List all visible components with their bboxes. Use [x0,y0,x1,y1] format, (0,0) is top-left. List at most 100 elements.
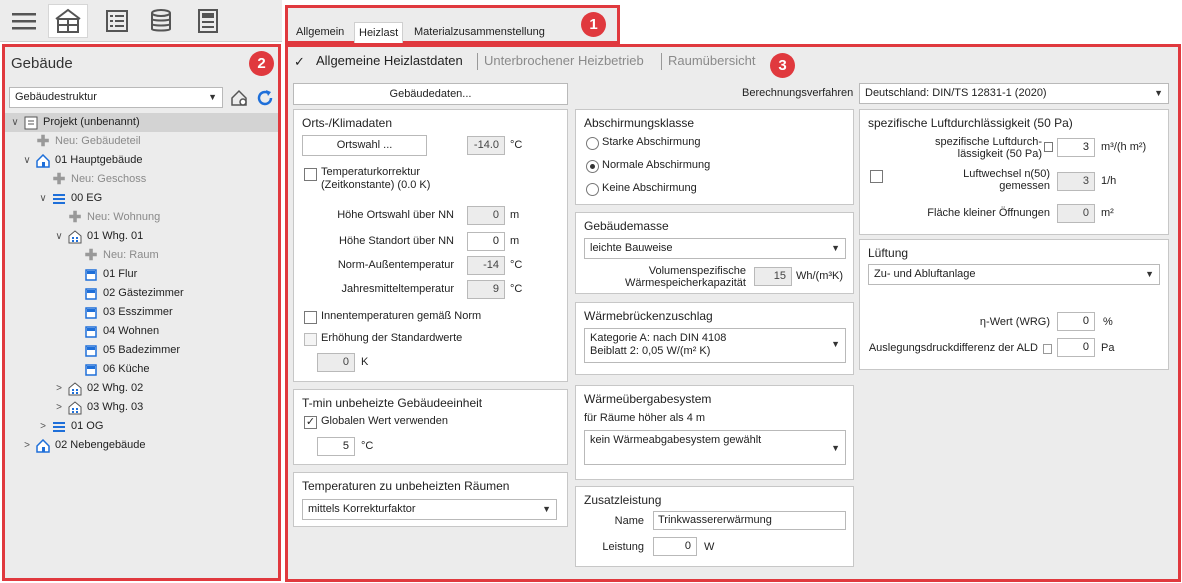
waermeuebergabe-select[interactable]: kein Wärmeabgabesystem gewählt ▼ [584,430,846,465]
tree-toggle[interactable]: ∨ [9,113,21,132]
tab-allgemein[interactable]: Allgemein [292,22,348,43]
luftwechsel-label: Luftwechsel n(50) gemessen [963,168,1050,192]
tree-node-new-building-part[interactable]: ✚ Neu: Gebäudeteil [21,132,141,151]
tree-toggle[interactable]: > [21,436,33,455]
radio-label: Keine Abschirmung [602,182,697,194]
leistung-field[interactable]: 0 [653,537,697,556]
subnav-unterbrochener-heizbetrieb[interactable]: Unterbrochener Heizbetrieb [484,53,644,68]
temperaturkorrektur-checkbox[interactable] [304,168,317,181]
building-panel: Gebäude 2 Gebäudestruktur ▼ ∨ Projekt (u… [2,44,281,581]
gebaeudemasse-value: leichte Bauweise [590,242,673,254]
hoehe-ortswahl-label: Höhe Ortswahl über NN [337,209,454,221]
unit-label: °C [361,440,374,452]
tree-node-project[interactable]: ∨ Projekt (unbenannt) [5,113,278,132]
wrg-field[interactable]: 0 [1057,312,1095,331]
tree-node-room[interactable]: 05 Badezimmer [69,341,180,360]
gebaeudemasse-group: Gebäudemasse leichte Bauweise ▼ Volumens… [575,212,854,294]
group-title: Gebäudemasse [584,219,669,233]
flaeche-oeffnungen-label: Fläche kleiner Öffnungen [927,207,1050,219]
chevron-down-icon: ▼ [831,243,840,253]
house-icon [35,153,51,168]
tree-node-floor-eg[interactable]: ∨ 00 EG [37,189,102,208]
tree-node-room[interactable]: 06 Küche [69,360,149,379]
berechnungsverfahren-select[interactable]: Deutschland: DIN/TS 12831-1 (2020) ▼ [859,83,1169,104]
tree-label: 01 Flur [103,268,138,280]
unit-label: m³/(h m²) [1101,141,1147,153]
annotation-badge-3: 3 [770,53,795,78]
refresh-button[interactable] [255,88,275,108]
tmin-field[interactable]: 5 [317,437,355,456]
annotation-badge-2: 2 [249,51,274,76]
tree-node-apartment-01[interactable]: ∨ 01 Whg. 01 [53,227,143,246]
tree-toggle[interactable]: > [37,417,49,436]
tree-node-apartment-03[interactable]: > 03 Whg. 03 [53,398,143,417]
tree-node-side-building[interactable]: > 02 Nebengebäude [21,436,146,455]
tree-toggle[interactable]: ∨ [53,227,65,246]
subnav-allgemeine-heizlastdaten[interactable]: Allgemeine Heizlastdaten [316,53,463,68]
tree-node-main-building[interactable]: ∨ 01 Hauptgebäude [21,151,142,170]
keine-abschirmung-radio[interactable] [586,183,599,196]
lueftung-select[interactable]: Zu- und Abluftanlage ▼ [868,264,1160,285]
tree-label: Neu: Wohnung [87,211,161,223]
room-icon [83,363,99,377]
menu-button[interactable] [4,4,44,38]
waermebrueckenzuschlag-select[interactable]: Kategorie A: nach DIN 4108 Beiblatt 2: 0… [584,328,846,363]
tree-node-new-apartment[interactable]: ✚ Neu: Wohnung [53,208,160,227]
tree-label: Neu: Raum [103,249,159,261]
chevron-down-icon: ▼ [208,92,217,102]
tree-toggle[interactable]: > [53,398,65,417]
tree-toggle[interactable]: ∨ [37,189,49,208]
tree-node-room[interactable]: 03 Esszimmer [69,303,173,322]
calculator-icon[interactable] [1044,142,1053,152]
temperaturen-unbeheizt-select[interactable]: mittels Korrekturfaktor ▼ [302,499,557,520]
spez-luftdurchlaessigkeit-field[interactable]: 3 [1057,138,1095,157]
room-icon [83,268,99,282]
tree-node-floor-og[interactable]: > 01 OG [37,417,103,436]
waermeuebergabe-value: kein Wärmeabgabesystem gewählt [590,434,762,446]
database-button[interactable] [141,4,181,38]
building-view-button[interactable] [48,4,88,38]
erhoehung-checkbox[interactable] [304,333,317,346]
tab-heizlast[interactable]: Heizlast [354,22,404,43]
calculator-icon[interactable] [1043,344,1052,354]
gebaeudemasse-select[interactable]: leichte Bauweise ▼ [584,238,846,259]
room-icon [83,344,99,358]
tree-label: 02 Whg. 02 [87,382,144,394]
luftwechsel-checkbox[interactable] [870,170,883,183]
tree-toggle[interactable]: ∨ [21,151,33,170]
ortswahl-button[interactable]: Ortswahl ... [302,135,427,156]
ald-field[interactable]: 0 [1057,338,1095,357]
house-icon [35,438,51,453]
tree-node-new-floor[interactable]: ✚ Neu: Geschoss [37,170,147,189]
structure-select[interactable]: Gebäudestruktur ▼ [9,87,223,108]
calculator-button[interactable] [188,4,228,38]
hoehe-standort-field[interactable]: 0 [467,232,505,251]
normale-abschirmung-radio[interactable] [586,160,599,173]
project-icon [23,116,39,130]
subnav-raumuebersicht[interactable]: Raumübersicht [668,53,755,68]
list-view-button[interactable] [97,4,137,38]
room-icon [83,306,99,320]
tree-node-new-room[interactable]: ✚ Neu: Raum [69,246,159,265]
tree-label: 01 OG [71,420,104,432]
leistung-label: Leistung [602,541,644,553]
spez-luftdurchlaessigkeit-label: spezifische Luftdurch-lässigkeit (50 Pa) [935,136,1042,160]
tab-materialzusammenstellung[interactable]: Materialzusammenstellung [410,22,549,43]
building-settings-button[interactable] [229,88,249,108]
room-icon [83,287,99,301]
innentemperaturen-checkbox[interactable] [304,311,317,324]
tree-label: 03 Whg. 03 [87,401,144,413]
gebaeudedaten-button[interactable]: Gebäudedaten... [293,83,568,105]
temperaturen-unbeheizt-value: mittels Korrekturfaktor [308,503,416,515]
globalen-wert-checkbox[interactable]: ✓ [304,416,317,429]
tree-node-room[interactable]: 02 Gästezimmer [69,284,184,303]
tab-bar: Allgemein Heizlast Materialzusammenstell… [285,5,620,44]
innentemperaturen-label: Innentemperaturen gemäß Norm [321,310,482,322]
tree-toggle[interactable]: > [53,379,65,398]
tree-node-room[interactable]: 01 Flur [69,265,137,284]
tree-node-apartment-02[interactable]: > 02 Whg. 02 [53,379,143,398]
starke-abschirmung-radio[interactable] [586,137,599,150]
tree-node-room[interactable]: 04 Wohnen [69,322,159,341]
name-field[interactable]: Trinkwassererwärmung [653,511,846,530]
calculator-icon [198,9,218,33]
